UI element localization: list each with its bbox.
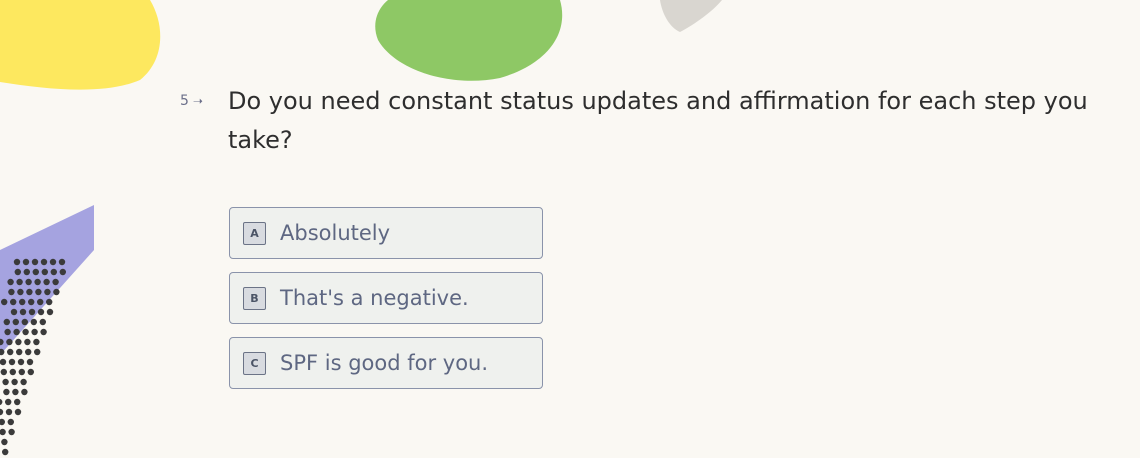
decorative-dot	[1, 448, 9, 456]
decorative-dot	[7, 348, 14, 356]
decorative-dot	[5, 408, 13, 416]
decorative-dot	[17, 358, 25, 366]
decorative-dot	[18, 368, 25, 376]
choice-key-badge: C	[243, 351, 266, 375]
question-number: 5 ➝	[180, 93, 203, 109]
decorative-dot	[53, 288, 60, 296]
decorative-dot	[0, 368, 7, 376]
question: 5 ➝ Do you need constant status updates …	[180, 82, 1130, 160]
decorative-dot	[37, 298, 44, 306]
decorative-dot	[10, 308, 18, 316]
decorative-dot	[9, 368, 16, 376]
choice-key-badge: A	[243, 221, 266, 245]
decorative-dot	[0, 418, 5, 426]
decorative-dot	[20, 378, 27, 386]
decorative-dot	[23, 268, 30, 276]
decorative-dot	[14, 268, 21, 276]
decorative-dot	[0, 298, 8, 306]
decorative-dot	[44, 288, 51, 296]
green-blob	[375, 0, 563, 81]
choice-c[interactable]: C SPF is good for you.	[229, 337, 543, 389]
decorative-dot	[32, 268, 39, 276]
decorative-dot	[22, 328, 29, 336]
decorative-dot	[31, 258, 39, 266]
decorative-dot	[40, 328, 47, 336]
decorative-dot	[17, 288, 24, 296]
background-decoration	[0, 0, 722, 456]
decorative-dot	[11, 378, 18, 386]
decorative-dot	[13, 328, 20, 336]
decorative-dot	[58, 258, 66, 266]
choice-label: SPF is good for you.	[280, 351, 489, 375]
decorative-dot	[46, 298, 53, 306]
decorative-dot	[0, 428, 6, 436]
choice-list: A Absolutely B That's a negative. C SPF …	[229, 207, 543, 402]
decorative-dot	[19, 298, 26, 306]
decorative-dot	[24, 338, 31, 346]
decorative-dot	[26, 288, 33, 296]
decorative-dot	[0, 408, 4, 416]
decorative-dot	[31, 328, 38, 336]
decorative-dot	[41, 268, 48, 276]
decorative-dot	[15, 338, 22, 346]
decorative-dot	[30, 318, 37, 326]
decorative-dot	[28, 308, 36, 316]
decorative-dot	[13, 258, 21, 266]
decorative-dot	[25, 348, 32, 356]
decorative-dot	[3, 388, 10, 396]
decorative-dot	[8, 358, 16, 366]
decorative-dot	[46, 308, 54, 316]
decorative-dot	[26, 358, 34, 366]
decorative-dot	[16, 348, 23, 356]
decorative-dot	[1, 438, 8, 446]
decorative-dot	[40, 258, 48, 266]
question-number-text: 5	[180, 93, 189, 109]
decorative-dot	[16, 278, 23, 286]
question-text: Do you need constant status updates and …	[228, 87, 1088, 154]
decorative-dot	[28, 298, 35, 306]
decorative-dot	[21, 318, 28, 326]
decorative-dot	[14, 398, 21, 406]
arrow-right-icon: ➝	[192, 94, 203, 108]
decorative-dot	[22, 258, 30, 266]
decorative-dot	[3, 318, 10, 326]
decorative-dot	[27, 368, 34, 376]
decorative-dot	[12, 388, 19, 396]
decorative-dot	[8, 288, 15, 296]
decorative-dot	[8, 428, 15, 436]
decorative-dot	[39, 318, 46, 326]
decorative-dot	[19, 308, 27, 316]
choice-label: That's a negative.	[280, 286, 469, 310]
decorative-dot	[35, 288, 42, 296]
choice-b[interactable]: B That's a negative.	[229, 272, 543, 324]
decorative-dot	[37, 308, 45, 316]
decorative-dot	[2, 378, 9, 386]
decorative-dot	[34, 278, 41, 286]
decorative-dot	[50, 268, 57, 276]
decorative-dot	[5, 398, 12, 406]
decorative-dot	[12, 318, 19, 326]
gray-blob	[660, 0, 722, 32]
decorative-dot	[33, 338, 40, 346]
decorative-dot	[7, 278, 14, 286]
decorative-dot	[14, 408, 22, 416]
choice-a[interactable]: A Absolutely	[229, 207, 543, 259]
decorative-dot	[6, 338, 13, 346]
decorative-dot	[7, 418, 14, 426]
decorative-dot	[49, 258, 57, 266]
decorative-dot	[21, 388, 28, 396]
decorative-dot	[0, 398, 3, 406]
decorative-dot	[43, 278, 50, 286]
choice-label: Absolutely	[280, 221, 391, 245]
decorative-dot	[25, 278, 32, 286]
decorative-dot	[52, 278, 59, 286]
decorative-dot	[4, 328, 11, 336]
decorative-dot	[59, 268, 66, 276]
decorative-dot	[0, 358, 7, 366]
choice-key-badge: B	[243, 286, 266, 310]
yellow-blob	[0, 0, 161, 90]
decorative-dot	[10, 298, 17, 306]
decorative-dot	[34, 348, 41, 356]
